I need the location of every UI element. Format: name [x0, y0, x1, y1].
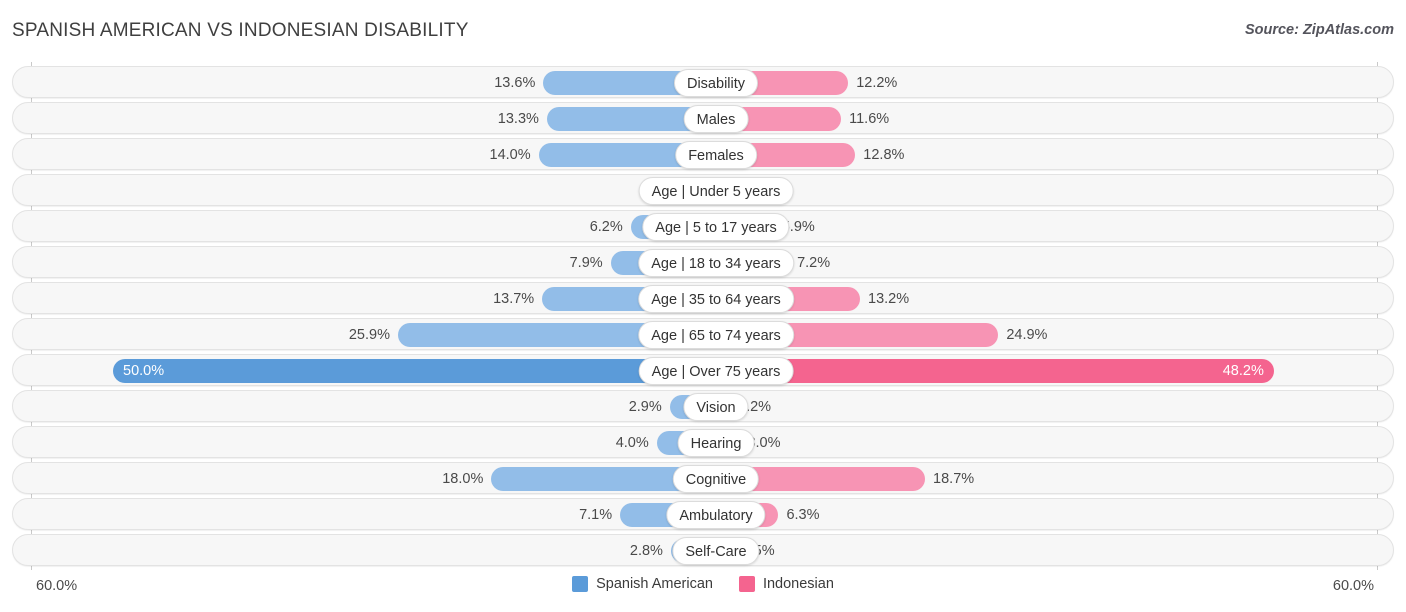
chart-row: 7.9% 7.2% Age | 18 to 34 years	[12, 246, 1394, 278]
category-label: Females	[675, 141, 757, 169]
category-label: Disability	[673, 69, 759, 97]
value-label-spanish-american: 13.7%	[493, 291, 535, 307]
value-label-indonesian: 18.7%	[933, 471, 975, 487]
chart-row: 13.3% 11.6% Males	[12, 102, 1394, 134]
value-label-spanish-american: 18.0%	[442, 471, 484, 487]
page-title: SPANISH AMERICAN VS INDONESIAN DISABILIT…	[12, 20, 469, 41]
category-label: Age | Over 75 years	[638, 357, 794, 385]
category-label: Vision	[683, 393, 749, 421]
legend-swatch-icon	[738, 576, 755, 592]
value-label-spanish-american: 13.6%	[494, 75, 536, 91]
chart-footer: 60.0% 60.0% Spanish American Indonesian	[0, 570, 1406, 612]
chart-row: 2.9% 2.2% Vision	[12, 390, 1394, 422]
chart-row: 2.8%2.5%Self-Care	[12, 534, 1394, 566]
chart-row: 4.0% 3.0% Hearing	[12, 426, 1394, 458]
category-label: Age | Under 5 years	[638, 177, 794, 205]
value-label-indonesian: 12.8%	[863, 147, 905, 163]
bar-spanish-american	[113, 359, 704, 383]
legend-label: Indonesian	[762, 576, 834, 592]
category-label: Age | 65 to 74 years	[638, 321, 794, 349]
category-label: Ambulatory	[666, 501, 766, 529]
category-label: Age | 5 to 17 years	[642, 213, 790, 241]
value-label-indonesian: 24.9%	[1006, 327, 1048, 343]
chart-row: 6.2% 5.9% Age | 5 to 17 years	[12, 210, 1394, 242]
chart-header: SPANISH AMERICAN VS INDONESIAN DISABILIT…	[0, 0, 1406, 62]
legend-item[interactable]: Indonesian	[738, 576, 834, 592]
value-label-indonesian: 12.2%	[856, 75, 898, 91]
legend-label: Spanish American	[596, 576, 713, 592]
chart-row: 13.7% 13.2% Age | 35 to 64 years	[12, 282, 1394, 314]
value-label-indonesian: 11.6%	[849, 111, 890, 127]
value-label-indonesian: 13.2%	[868, 291, 910, 307]
chart-row: 50.0% 48.2% Age | Over 75 years	[12, 354, 1394, 386]
bar-spanish-american	[546, 107, 704, 131]
category-label: Hearing	[677, 429, 755, 457]
value-label-spanish-american: 6.2%	[589, 219, 623, 235]
chart-row: 18.0% 18.7% Cognitive	[12, 462, 1394, 494]
value-label-spanish-american: 13.3%	[497, 111, 539, 127]
value-label-indonesian: 7.2%	[797, 255, 831, 271]
value-label-spanish-american: 25.9%	[348, 327, 390, 343]
chart-row: 7.1% 6.3% Ambulatory	[12, 498, 1394, 530]
legend-swatch-icon	[572, 576, 589, 592]
value-label-indonesian: 6.3%	[786, 507, 820, 523]
category-label: Age | 35 to 64 years	[638, 285, 794, 313]
value-label-spanish-american: 50.0%	[123, 363, 165, 379]
category-label: Males	[683, 105, 749, 133]
value-label-spanish-american: 2.9%	[628, 399, 662, 415]
legend-item[interactable]: Spanish American	[572, 576, 713, 592]
value-label-indonesian: 48.2%	[1222, 363, 1264, 379]
value-label-spanish-american: 2.8%	[629, 543, 663, 559]
value-label-spanish-american: 14.0%	[489, 147, 531, 163]
source-attribution: Source: ZipAtlas.com	[1244, 22, 1394, 38]
value-label-spanish-american: 7.1%	[579, 507, 613, 523]
chart-row: 25.9% 24.9% Age | 65 to 74 years	[12, 318, 1394, 350]
diverging-bar-chart: 13.6% 12.2% Disability 13.3% 11.6% Males 14.0%…	[0, 62, 1406, 570]
chart-legend: Spanish American Indonesian	[0, 576, 1406, 592]
category-label: Self-Care	[672, 537, 760, 565]
value-label-spanish-american: 7.9%	[569, 255, 603, 271]
chart-row: 14.0% 12.8% Females	[12, 138, 1394, 170]
chart-row: 1.1%1.2%Age | Under 5 years	[12, 174, 1394, 206]
category-label: Age | 18 to 34 years	[638, 249, 794, 277]
category-label: Cognitive	[672, 465, 760, 493]
chart-row: 13.6% 12.2% Disability	[12, 66, 1394, 98]
value-label-spanish-american: 4.0%	[615, 435, 649, 451]
